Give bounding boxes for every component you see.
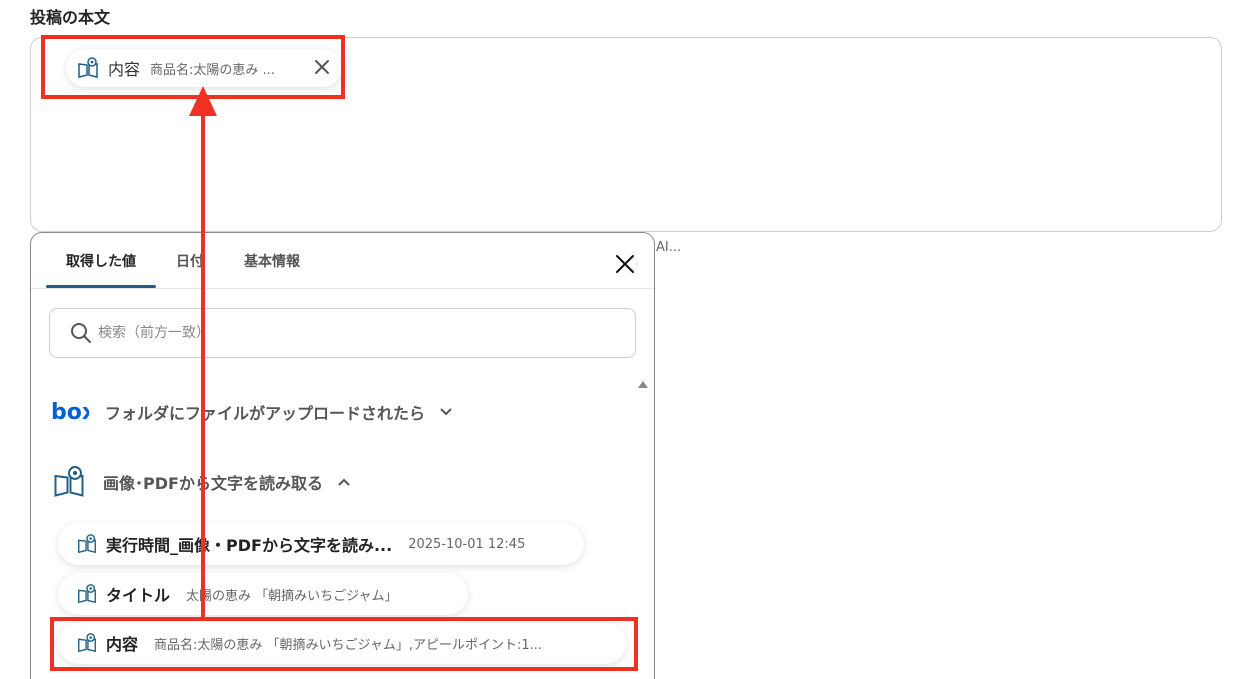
group-box-trigger[interactable]: box フォルダにファイルがアップロードされたら [51, 400, 453, 424]
tabs-divider [31, 288, 654, 289]
group-label: フォルダにファイルがアップロードされたら [105, 404, 426, 423]
chevron-down-icon [440, 408, 452, 416]
book-eye-icon [78, 534, 96, 554]
group-label: 画像･PDFから文字を読み取る [103, 474, 323, 493]
item-label: 実行時間_画像・PDFから文字を読み... [106, 536, 393, 555]
book-eye-icon [78, 584, 96, 604]
tab-bar: 取得した値 日付 基本情報 [46, 233, 320, 288]
search-icon [71, 323, 91, 343]
value-item-title[interactable]: タイトル 太陽の恵み 「朝摘みいちごジャム」 [58, 573, 468, 615]
search-input[interactable] [98, 325, 598, 341]
close-icon[interactable] [614, 253, 636, 275]
value-picker-panel: 取得した値 日付 基本情報 box フォルダにファイルがアップロードされたら 画… [30, 232, 655, 679]
tab-basic-info[interactable]: 基本情報 [224, 233, 320, 288]
section-label: 投稿の本文 [30, 8, 111, 27]
box-logo: box [51, 400, 89, 424]
scroll-up-arrow[interactable] [638, 381, 648, 388]
annotation-arrow-shaft [201, 112, 205, 620]
hint-text: AI... [656, 240, 682, 255]
tab-retrieved-values[interactable]: 取得した値 [46, 233, 156, 288]
tab-date[interactable]: 日付 [156, 233, 224, 288]
highlight-box-item [50, 617, 638, 671]
item-value: 2025-10-01 12:45 [408, 536, 526, 552]
book-eye-icon [54, 466, 84, 497]
svg-text:box: box [51, 400, 89, 424]
item-value: 太陽の恵み 「朝摘みいちごジャム」 [186, 588, 398, 604]
item-label: タイトル [106, 586, 171, 605]
chevron-up-icon [338, 478, 350, 486]
search-box[interactable] [49, 308, 636, 358]
annotation-arrow-head [189, 86, 217, 116]
value-item-execution-time[interactable]: 実行時間_画像・PDFから文字を読み... 2025-10-01 12:45 [58, 523, 584, 565]
